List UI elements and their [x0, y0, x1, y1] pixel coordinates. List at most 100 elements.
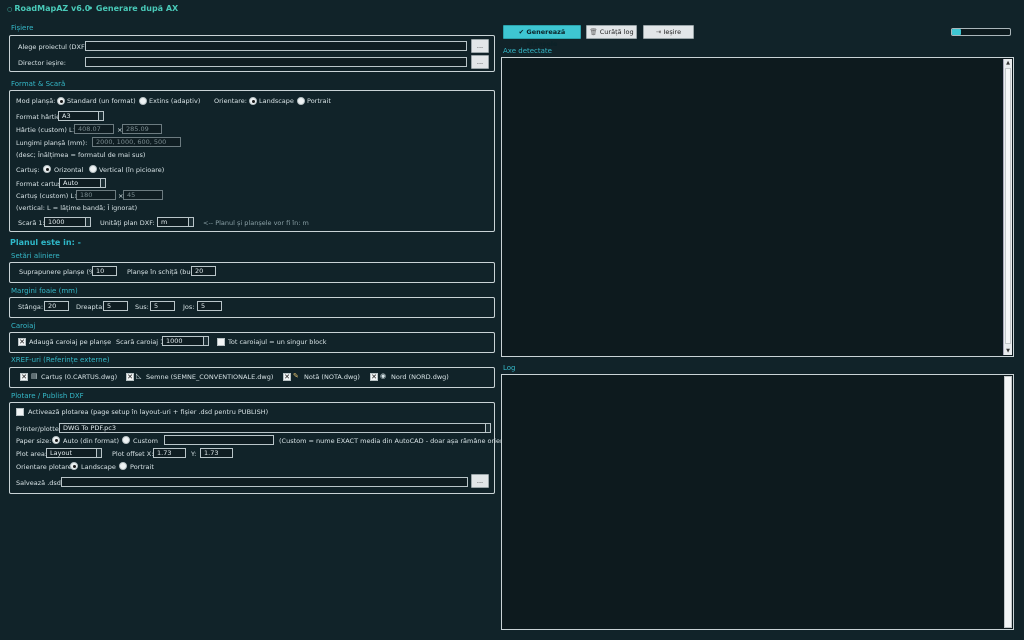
mode-standard-radio[interactable]: [57, 97, 65, 105]
out-label: Director ieșire:: [18, 59, 66, 67]
section-fisiere-title: Fișiere: [11, 24, 34, 32]
overlap-label: Suprapunere planșe (%):: [19, 268, 100, 276]
cartus-oriz-radio[interactable]: [43, 165, 51, 173]
xref-semne-label[interactable]: Semne (SEMNE_CONVENTIONALE.dwg): [146, 373, 273, 381]
margin-top-label: Sus:: [135, 303, 149, 311]
xref-semne-checkbox[interactable]: ✕: [126, 373, 134, 381]
generate-button[interactable]: ✔ Generează planșele: [503, 25, 581, 48]
paper-auto-label[interactable]: Auto (din format): [63, 437, 119, 445]
dsd-label: Salvează .dsd:: [16, 479, 64, 487]
printer-select[interactable]: DWG To PDF.pc3: [59, 423, 491, 433]
cartus-vert-radio[interactable]: [89, 165, 97, 173]
paper-custom-label[interactable]: Custom: [133, 437, 158, 445]
lengths-hint: (desc; Înălțimea = formatul de mai sus): [16, 151, 146, 159]
paper-auto-radio[interactable]: [52, 436, 60, 444]
margin-top-input[interactable]: 5: [150, 301, 175, 311]
offset-x-input[interactable]: 1.73: [153, 448, 186, 458]
axes-scrollbar[interactable]: ▲ ▼: [1003, 59, 1012, 355]
caroiaj-add-checkbox[interactable]: ✕: [18, 338, 26, 346]
xref-cartus-checkbox[interactable]: ✕: [20, 373, 28, 381]
mode-extins-label[interactable]: Extins (adaptiv): [149, 97, 200, 105]
cartus-label: Cartuș:: [16, 166, 40, 174]
offset-y-label: Y:: [191, 450, 197, 458]
section-caroiaj-title: Caroiaj: [11, 322, 36, 330]
plan-status: Planul este in: -: [10, 238, 81, 247]
paper-width-input[interactable]: 408.07: [74, 124, 114, 134]
scroll-thumb[interactable]: [1005, 68, 1011, 344]
compass-icon: ◉: [380, 372, 387, 380]
margin-bottom-input[interactable]: 5: [197, 301, 222, 311]
paper-size-label: Paper size:: [16, 437, 52, 445]
mode-extins-radio[interactable]: [139, 97, 147, 105]
cartus-width-input[interactable]: 180: [76, 190, 116, 200]
out-browse-button[interactable]: ...: [471, 55, 489, 69]
dxf-label: Alege proiectul (DXF):: [18, 43, 90, 51]
dxf-browse-button[interactable]: ...: [471, 39, 489, 53]
log-area[interactable]: [501, 374, 1014, 630]
overlap-input[interactable]: 10: [92, 266, 117, 276]
section-plot-title: Plotare / Publish DXF: [11, 392, 84, 400]
dxf-input[interactable]: [85, 41, 467, 51]
plot-landscape-radio[interactable]: [70, 462, 78, 470]
orient-landscape-label[interactable]: Landscape: [259, 97, 294, 105]
xref-nord-label[interactable]: Nord (NORD.dwg): [391, 373, 449, 381]
scale-spinbox[interactable]: 1000: [44, 217, 91, 227]
paper-custom-input[interactable]: [164, 435, 274, 445]
paper-height-input[interactable]: 285.09: [122, 124, 162, 134]
offset-x-label: Plot offset X:: [112, 450, 154, 458]
plot-area-label: Plot area:: [16, 450, 48, 458]
axes-list[interactable]: [501, 57, 1014, 357]
exit-button[interactable]: ⇥ Ieșire: [643, 25, 694, 39]
offset-y-input[interactable]: 1.73: [200, 448, 233, 458]
paper-format-select[interactable]: A3: [58, 111, 104, 121]
scroll-down-icon[interactable]: ▼: [1004, 347, 1012, 355]
cartus-format-select[interactable]: Auto: [59, 178, 106, 188]
orient-landscape-radio[interactable]: [249, 97, 257, 105]
mode-standard-label[interactable]: Standard (un format): [67, 97, 136, 105]
xref-nota-checkbox[interactable]: ✕: [283, 373, 291, 381]
xref-cartus-label[interactable]: Cartuș (0.CARTUS.dwg): [41, 373, 117, 381]
progress-bar: [951, 28, 1011, 36]
cartus-icon: ▤: [31, 372, 38, 380]
xref-nota-label[interactable]: Notă (NOTA.dwg): [304, 373, 360, 381]
plot-portrait-label[interactable]: Portrait: [130, 463, 154, 471]
scroll-up-icon[interactable]: ▲: [1004, 59, 1012, 67]
plot-activate-label[interactable]: Activează plotarea (page setup în layout…: [28, 408, 268, 416]
margin-bottom-label: Jos:: [183, 303, 195, 311]
cartus-vert-label[interactable]: Vertical (în picioare): [99, 166, 164, 174]
log-title: Log: [503, 364, 516, 372]
cartus-height-input[interactable]: 45: [123, 190, 163, 200]
caroiaj-add-label[interactable]: Adaugă caroiaj pe planșe: [29, 338, 111, 346]
paper-custom-radio[interactable]: [122, 436, 130, 444]
caroiaj-single-label[interactable]: Tot caroiajul = un singur block: [228, 338, 326, 346]
orient-portrait-radio[interactable]: [297, 97, 305, 105]
per-sheet-input[interactable]: 20: [191, 266, 216, 276]
note-icon: ✎: [293, 372, 299, 380]
xref-nord-checkbox[interactable]: ✕: [370, 373, 378, 381]
margin-left-input[interactable]: 20: [44, 301, 69, 311]
printer-label: Printer/plotter:: [16, 425, 64, 433]
caroiaj-single-checkbox[interactable]: [217, 338, 225, 346]
plot-area-select[interactable]: Layout: [46, 448, 102, 458]
out-input[interactable]: [85, 57, 467, 67]
margin-right-input[interactable]: 5: [103, 301, 128, 311]
caroiaj-scale-spinbox[interactable]: 1000: [162, 336, 209, 346]
plot-activate-checkbox[interactable]: [16, 408, 24, 416]
scale-label: Scară 1:: [18, 219, 45, 227]
cartus-oriz-label[interactable]: Orizontal: [54, 166, 83, 174]
plot-landscape-label[interactable]: Landscape: [81, 463, 116, 471]
dsd-input[interactable]: [61, 477, 468, 487]
paper-format-arrow-icon: [98, 112, 103, 120]
margin-right-label: Dreapta:: [76, 303, 105, 311]
cartus-format-label: Format cartuș:: [16, 180, 64, 188]
lengths-input[interactable]: 2000, 1000, 600, 500: [92, 137, 181, 147]
clear-log-button[interactable]: 🗑 Curăță log: [586, 25, 637, 39]
orient-portrait-label[interactable]: Portrait: [307, 97, 331, 105]
dsd-browse-button[interactable]: ...: [471, 474, 489, 488]
paper-custom-label: Hârtie (custom) L×Î:: [16, 126, 83, 134]
cartus-format-arrow-icon: [100, 179, 105, 187]
mode-dot-icon: •: [88, 4, 96, 13]
log-scrollbar[interactable]: [1004, 376, 1012, 628]
plot-portrait-radio[interactable]: [119, 462, 127, 470]
units-select[interactable]: m: [157, 217, 194, 227]
